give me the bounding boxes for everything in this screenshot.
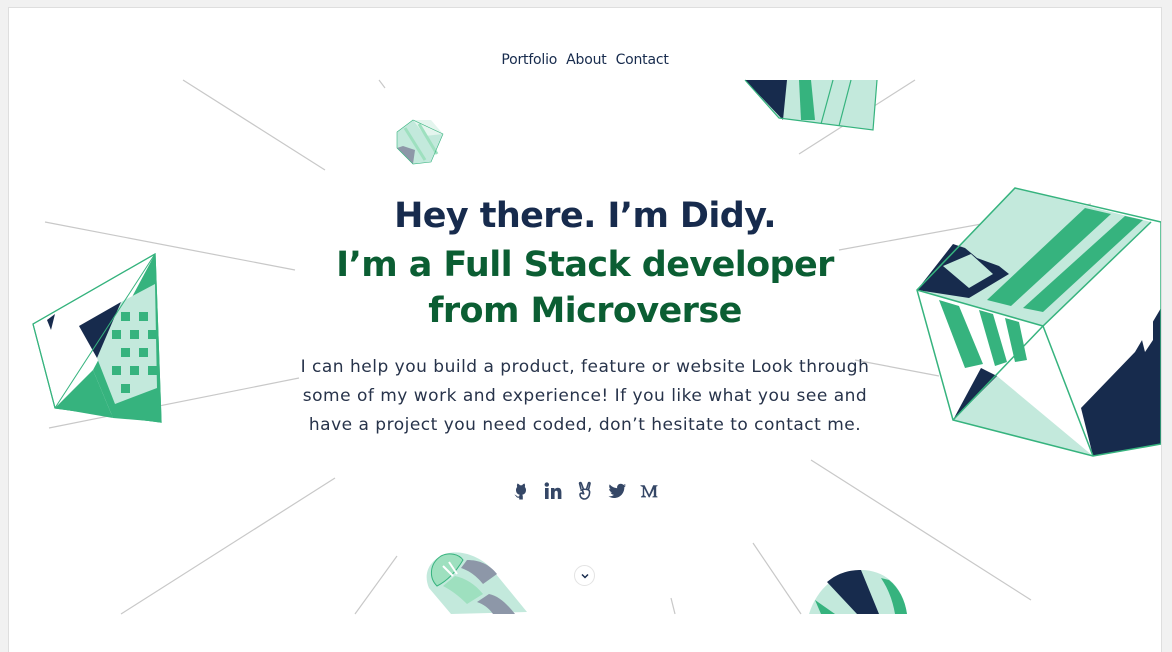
medium-icon[interactable] [638,480,660,502]
nav-link-portfolio[interactable]: Portfolio [501,52,557,68]
hero-intro: I can help you build a product, feature … [300,357,870,435]
nav-link-about[interactable]: About [566,52,607,68]
social-links [9,480,1161,502]
page: Portfolio About Contact Hey there. I’m D… [8,7,1162,652]
left-pyramid-shape [32,252,162,423]
top-prism-shape [744,79,878,131]
github-icon[interactable] [510,480,532,502]
bottom-right-sphere-shape [809,570,907,614]
angellist-icon[interactable] [574,480,596,502]
top-nav: Portfolio About Contact [9,52,1161,68]
hero-headline: I’m a Full Stack developer from Microver… [336,245,834,331]
bottom-left-candy-shape [426,552,527,614]
twitter-icon[interactable] [606,480,628,502]
hero-greeting: Hey there. I’m Didy. [394,196,776,236]
chevron-down-icon [580,573,589,579]
linkedin-icon[interactable] [542,480,564,502]
small-cube-shape [396,119,444,165]
scroll-down-button[interactable] [574,565,595,586]
nav-link-contact[interactable]: Contact [616,52,669,68]
